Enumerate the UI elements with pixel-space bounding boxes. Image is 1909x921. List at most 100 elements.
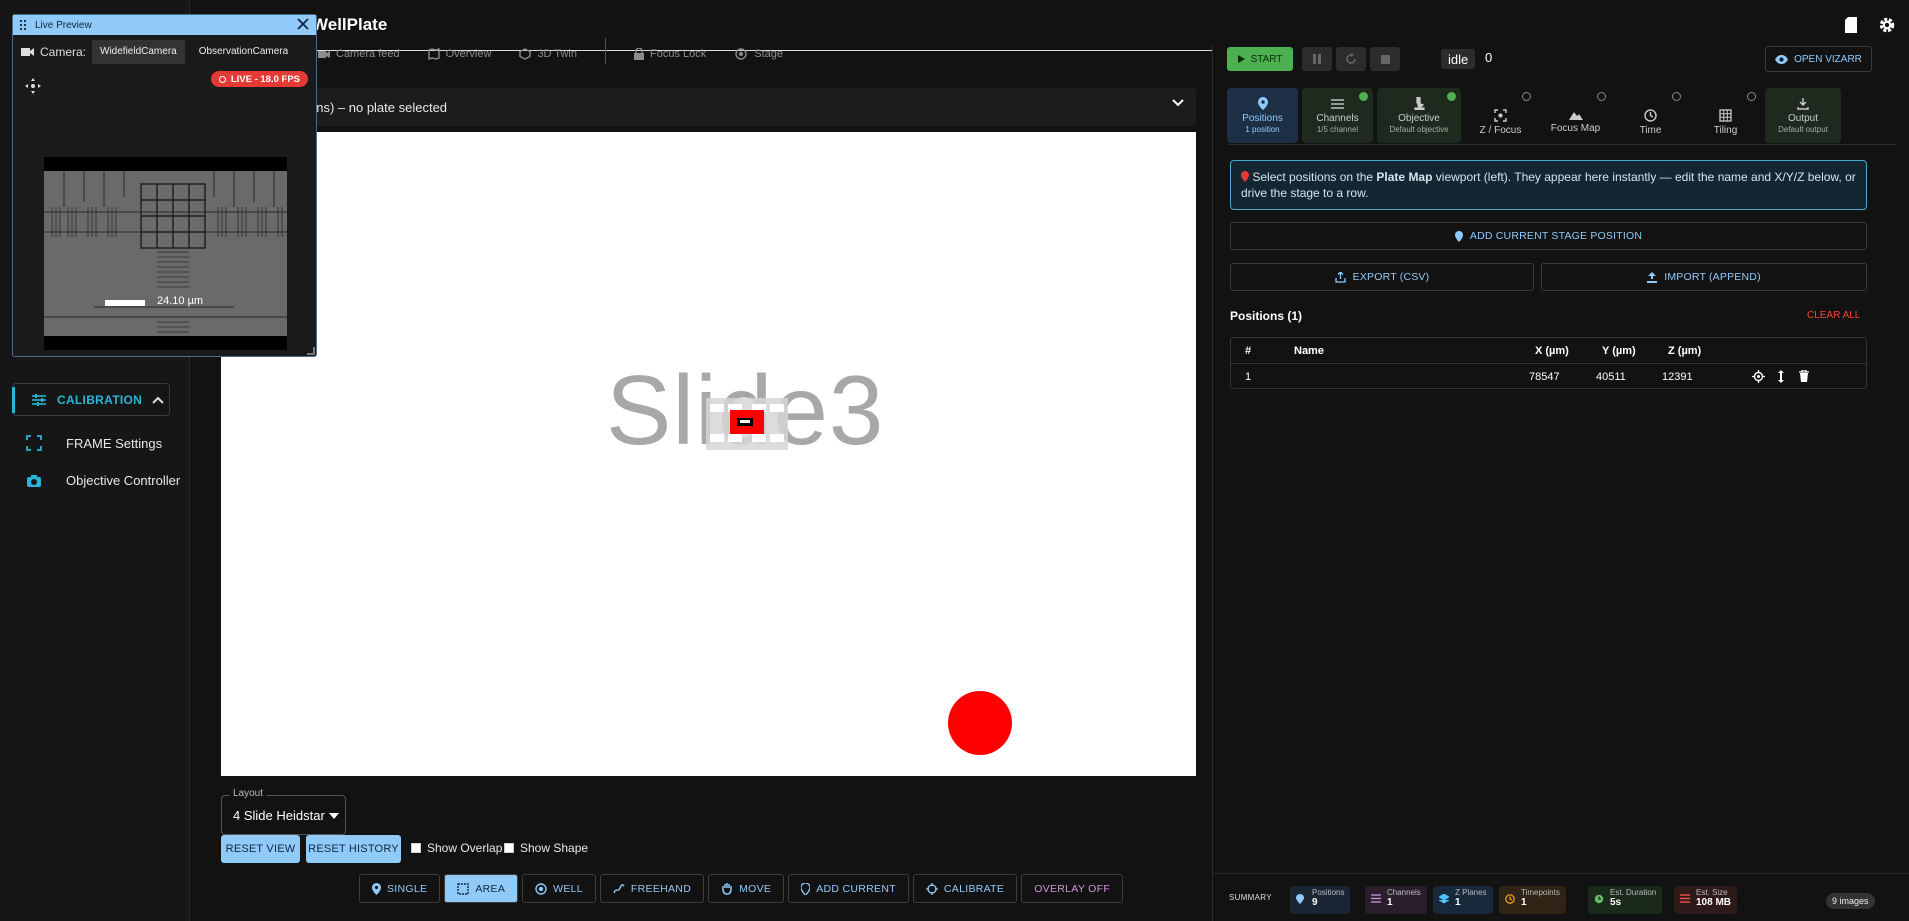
active-indicator: [12, 387, 15, 413]
mode-calibrate-button[interactable]: CALIBRATE: [912, 874, 1018, 903]
tab-stage[interactable]: Stage: [734, 44, 783, 64]
cell-z[interactable]: 12391: [1662, 371, 1693, 383]
show-shape-checkbox[interactable]: Show Shape: [504, 841, 588, 855]
tab-overview[interactable]: Overview: [427, 44, 491, 64]
tab-name: Positions: [1242, 113, 1283, 124]
stage-position-marker[interactable]: [948, 691, 1012, 755]
mode-move-button[interactable]: MOVE: [708, 874, 785, 903]
joystick-icon[interactable]: [25, 78, 41, 94]
tab-positions[interactable]: Positions 1 position: [1227, 88, 1298, 143]
sidebar-item-frame-settings[interactable]: FRAME Settings: [26, 435, 162, 451]
close-icon[interactable]: [296, 17, 310, 31]
tab-z-focus[interactable]: Z / Focus: [1465, 88, 1536, 143]
summary-label: SUMMARY: [1229, 893, 1272, 902]
reset-history-button[interactable]: RESET HISTORY: [306, 835, 401, 863]
mode-single-button[interactable]: SINGLE: [359, 874, 441, 903]
chip-label: Est. Duration: [1610, 888, 1657, 897]
resume-button[interactable]: [1336, 47, 1366, 71]
gear-icon[interactable]: [1878, 16, 1896, 34]
tab-channels[interactable]: Channels 1/5 channel: [1302, 88, 1373, 143]
sd-card-icon[interactable]: [1844, 16, 1858, 34]
pin-icon: [1241, 171, 1249, 182]
chip-value: 5s: [1610, 897, 1622, 908]
start-button[interactable]: START: [1227, 47, 1293, 71]
table-row[interactable]: 1 78547 40511 12391: [1231, 364, 1866, 390]
mode-label: MOVE: [739, 882, 772, 895]
live-preview-window[interactable]: Live Preview Camera: WidefieldCamera Obs…: [12, 14, 317, 357]
mode-label: ADD CURRENT: [816, 882, 896, 895]
tab-camera-feed[interactable]: Camera feed: [318, 44, 400, 64]
layers-icon: [1439, 894, 1449, 904]
eye-icon: [1775, 54, 1789, 64]
export-csv-button[interactable]: EXPORT (CSV): [1230, 263, 1534, 291]
info-text-bold: Plate Map: [1376, 170, 1433, 184]
button-label: ADD CURRENT STAGE POSITION: [1469, 230, 1643, 242]
import-append-button[interactable]: IMPORT (APPEND): [1541, 263, 1867, 291]
chip-value: 1: [1387, 897, 1393, 908]
cell-y[interactable]: 40511: [1596, 371, 1626, 383]
summary-timepoints: Timepoints 1: [1499, 886, 1566, 914]
image-count-badge: 9 images: [1826, 893, 1875, 909]
goto-position-icon[interactable]: [1752, 370, 1765, 383]
mode-label: OVERLAY OFF: [1034, 882, 1111, 895]
chip-value: 1: [1521, 897, 1527, 908]
stop-button[interactable]: [1370, 47, 1400, 71]
camera-icon: [318, 49, 330, 59]
preview-titlebar[interactable]: Live Preview: [13, 15, 316, 35]
camera-tab-widefield[interactable]: WidefieldCamera: [92, 40, 185, 64]
overlay-toggle-button[interactable]: OVERLAY OFF: [1021, 874, 1124, 903]
tab-name: Z / Focus: [1479, 124, 1522, 136]
plate-map-viewport[interactable]: Slide3 0: [221, 132, 1196, 776]
chip-value: 108 MB: [1696, 897, 1732, 908]
tab-label: Camera feed: [336, 48, 400, 60]
tab-objective[interactable]: Objective Default objective: [1377, 88, 1461, 143]
open-vizarr-button[interactable]: OPEN VIZARR: [1765, 46, 1872, 72]
status-circle-icon: [1672, 92, 1681, 101]
show-overlap-checkbox[interactable]: Show Overlap: [411, 841, 502, 855]
camera-frame[interactable]: 24.10 µm: [44, 157, 287, 350]
camera-selector-row: Camera: WidefieldCamera ObservationCamer…: [13, 39, 316, 65]
pin-icon: [1257, 97, 1268, 110]
top-bar: [190, 0, 1909, 50]
tab-3d-twin[interactable]: 3D Twin: [519, 44, 577, 64]
terrain-icon: [1568, 110, 1583, 120]
cell-x[interactable]: 78547: [1529, 371, 1560, 383]
status-circle-icon: [1597, 92, 1606, 101]
tab-time[interactable]: Time: [1615, 88, 1686, 143]
tab-focus-lock[interactable]: Focus Lock: [633, 44, 707, 64]
pin-icon: [372, 882, 381, 895]
reset-view-button[interactable]: RESET VIEW: [221, 835, 300, 863]
add-current-stage-position-button[interactable]: ADD CURRENT STAGE POSITION: [1230, 222, 1867, 250]
clear-all-button[interactable]: CLEAR ALL: [1807, 310, 1860, 321]
tab-tiling[interactable]: Tiling: [1690, 88, 1761, 143]
tab-sub: 1/5 channel: [1316, 124, 1359, 134]
drag-handle-icon[interactable]: [19, 19, 27, 31]
resize-handle[interactable]: [307, 347, 315, 355]
tab-sub: Default objective: [1389, 125, 1449, 134]
delete-icon[interactable]: [1799, 370, 1809, 382]
summary-positions: Positions 9: [1290, 886, 1351, 914]
camera-tab-observation[interactable]: ObservationCamera: [191, 40, 296, 64]
mode-freehand-button[interactable]: FREEHAND: [599, 874, 705, 903]
summary-duration: Est. Duration 5s: [1588, 886, 1663, 914]
plate-selector[interactable]: ons) – no plate selected: [221, 88, 1196, 126]
grid-icon: [1719, 108, 1732, 122]
storage-icon: [1680, 894, 1690, 903]
sidebar-item-objective-controller[interactable]: Objective Controller: [26, 473, 180, 488]
pause-button[interactable]: [1302, 47, 1332, 71]
tab-label: Focus Lock: [649, 48, 707, 60]
upload-icon: [1647, 271, 1658, 283]
sliders-icon: [1371, 894, 1381, 903]
mode-well-button[interactable]: WELL: [522, 874, 596, 903]
tab-output[interactable]: Output Default output: [1765, 88, 1841, 143]
tab-focus-map[interactable]: Focus Map: [1540, 88, 1611, 143]
start-label: START: [1250, 53, 1283, 65]
mode-add-current-button[interactable]: ADD CURRENT: [788, 874, 909, 903]
cell-index: 1: [1245, 371, 1252, 383]
chevron-up-icon: [152, 396, 164, 404]
calibration-section-header[interactable]: CALIBRATION: [12, 383, 170, 416]
tab-name: Tiling: [1713, 124, 1738, 136]
layout-select[interactable]: Layout 4 Slide Heidstar: [221, 788, 346, 835]
move-vertical-icon[interactable]: [1777, 370, 1785, 383]
mode-area-button[interactable]: AREA: [444, 874, 519, 903]
